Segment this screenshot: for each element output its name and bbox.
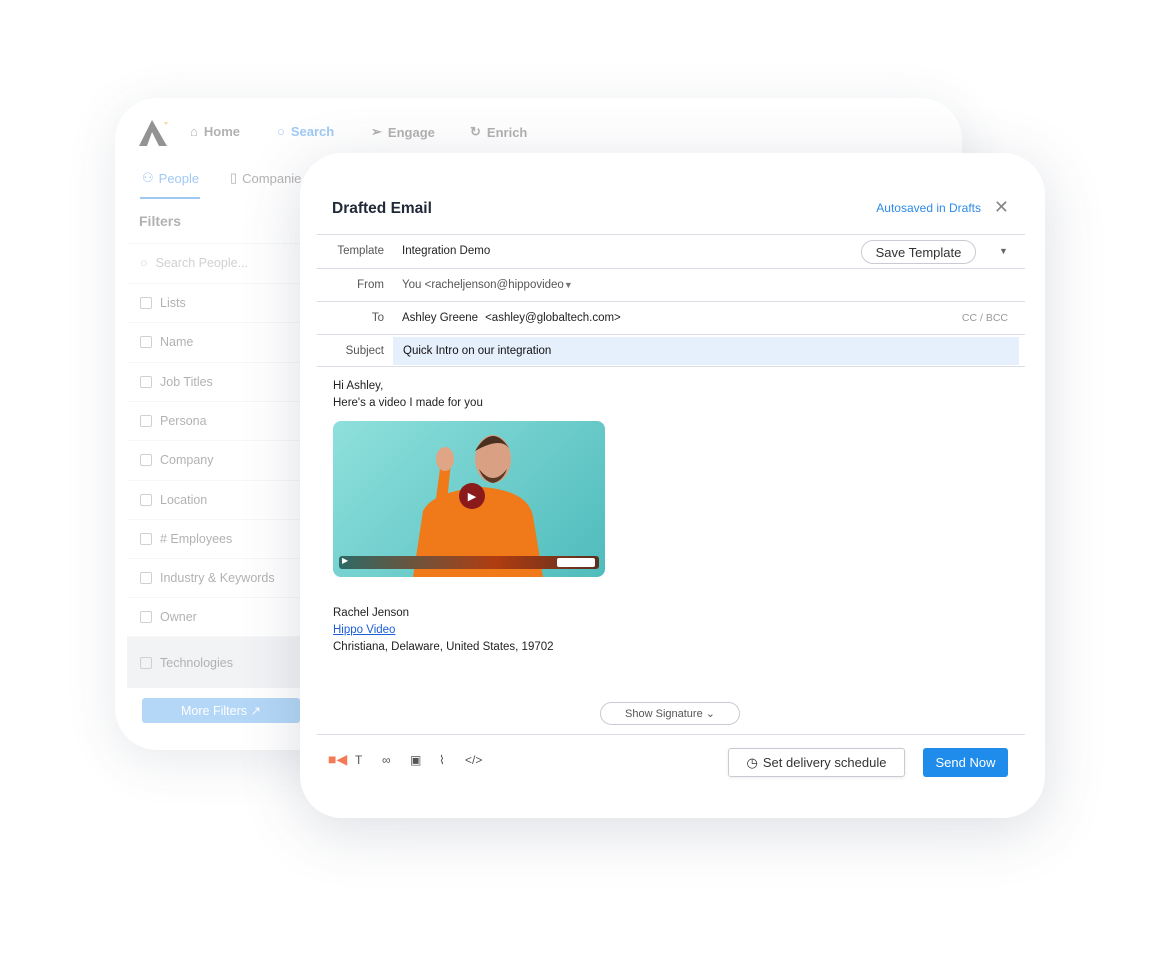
attachment-icon[interactable]: ⌇	[439, 753, 445, 767]
to-row: To Ashley Greene <ashley@globaltech.com>…	[317, 301, 1025, 334]
filter-icon	[140, 533, 152, 545]
filter-icon	[140, 611, 152, 623]
filter-company[interactable]: Company	[127, 440, 307, 479]
signature-name: Rachel Jenson	[333, 607, 410, 619]
filter-job-titles[interactable]: Job Titles	[127, 362, 307, 401]
clock-icon: ◷	[746, 754, 758, 770]
search-icon: ○	[140, 256, 148, 270]
body-line: Here's a video I made for you	[333, 397, 483, 409]
filter-lists[interactable]: Lists	[127, 283, 307, 322]
send-icon: ➢	[371, 124, 382, 139]
from-label: From	[357, 279, 384, 291]
filters-title: Filters	[139, 213, 182, 229]
home-icon: ⌂	[190, 124, 198, 139]
signature-address: Christiana, Delaware, United States, 197…	[333, 641, 554, 653]
from-row: From You <racheljenson@hippovideo ▼	[317, 268, 1025, 301]
code-icon[interactable]: </>	[465, 753, 482, 767]
filter-icon	[140, 376, 152, 388]
video-progress-bar[interactable]: ▶	[339, 556, 599, 569]
tab-people[interactable]: ⚇ People	[142, 170, 199, 186]
people-icon: ⚇	[142, 170, 154, 185]
cc-bcc-link[interactable]: CC / BCC	[962, 312, 1008, 324]
template-value[interactable]: Integration Demo	[402, 245, 490, 257]
template-row: Template Integration Demo Save Template …	[317, 234, 1025, 267]
filter-employees[interactable]: # Employees	[127, 519, 307, 558]
template-label: Template	[337, 245, 384, 257]
filter-icon	[140, 415, 152, 427]
save-template-button[interactable]: Save Template	[861, 240, 976, 264]
nav-search[interactable]: ○ Search	[277, 124, 334, 139]
close-icon[interactable]: ✕	[994, 198, 1009, 216]
filter-icon	[140, 297, 152, 309]
filter-icon	[140, 494, 152, 506]
from-select[interactable]: You <racheljenson@hippovideo	[402, 279, 564, 291]
building-icon: ▯	[230, 170, 238, 185]
send-now-button[interactable]: Send Now	[923, 748, 1008, 777]
divider	[317, 734, 1025, 735]
search-people-input[interactable]: ○ Search People...	[127, 243, 307, 282]
filter-icon	[140, 454, 152, 466]
filter-owner[interactable]: Owner	[127, 597, 307, 636]
autosave-status: Autosaved in Drafts	[876, 201, 981, 215]
tab-indicator	[140, 197, 200, 199]
filter-icon	[140, 656, 152, 669]
filter-icon	[140, 572, 152, 584]
subject-label: Subject	[345, 344, 384, 357]
search-icon: ○	[277, 124, 285, 139]
to-recipient-email[interactable]: <ashley@globaltech.com>	[485, 312, 621, 324]
video-thumbnail[interactable]: ▶ ▶	[333, 421, 605, 577]
drafted-email-dialog: Drafted Email Autosaved in Drafts ✕ Temp…	[300, 153, 1045, 818]
show-signature-button[interactable]: Show Signature ⌄	[600, 702, 740, 725]
refresh-icon: ↻	[470, 124, 481, 139]
body-greeting: Hi Ashley,	[333, 380, 384, 392]
image-icon[interactable]: ▣	[410, 753, 421, 767]
dialog-title: Drafted Email	[332, 200, 432, 217]
filter-location[interactable]: Location	[127, 480, 307, 519]
nav-enrich[interactable]: ↻ Enrich	[470, 124, 527, 140]
nav-engage[interactable]: ➢ Engage	[371, 124, 435, 140]
filter-technologies[interactable]: Technologies	[127, 636, 307, 688]
filter-persona[interactable]: Persona	[127, 401, 307, 440]
play-icon[interactable]: ▶	[342, 556, 348, 565]
more-filters-button[interactable]: More Filters ↗	[142, 698, 300, 723]
filter-industry[interactable]: Industry & Keywords	[127, 558, 307, 597]
chevron-down-icon[interactable]: ▼	[564, 280, 573, 290]
chevron-down-icon[interactable]: ▼	[999, 246, 1008, 256]
text-format-icon[interactable]: T	[355, 753, 362, 767]
link-icon[interactable]: ∞	[382, 753, 391, 767]
play-icon[interactable]: ▶	[459, 483, 485, 509]
external-link-icon: ↗	[250, 704, 261, 718]
tab-companies[interactable]: ▯ Companie	[230, 170, 301, 186]
app-logo	[139, 120, 168, 146]
set-delivery-schedule-button[interactable]: ◷ Set delivery schedule	[728, 748, 905, 777]
signature-link[interactable]: Hippo Video	[333, 624, 395, 636]
filter-icon	[140, 336, 152, 348]
subject-input[interactable]: Quick Intro on our integration	[393, 336, 1019, 365]
video-camera-icon[interactable]: ■◀	[328, 751, 347, 768]
to-recipient-name[interactable]: Ashley Greene	[402, 312, 478, 324]
subject-row: Subject Quick Intro on our integration	[317, 334, 1025, 367]
nav-home[interactable]: ⌂ Home	[190, 124, 240, 139]
to-label: To	[371, 312, 384, 324]
filter-name[interactable]: Name	[127, 322, 307, 361]
